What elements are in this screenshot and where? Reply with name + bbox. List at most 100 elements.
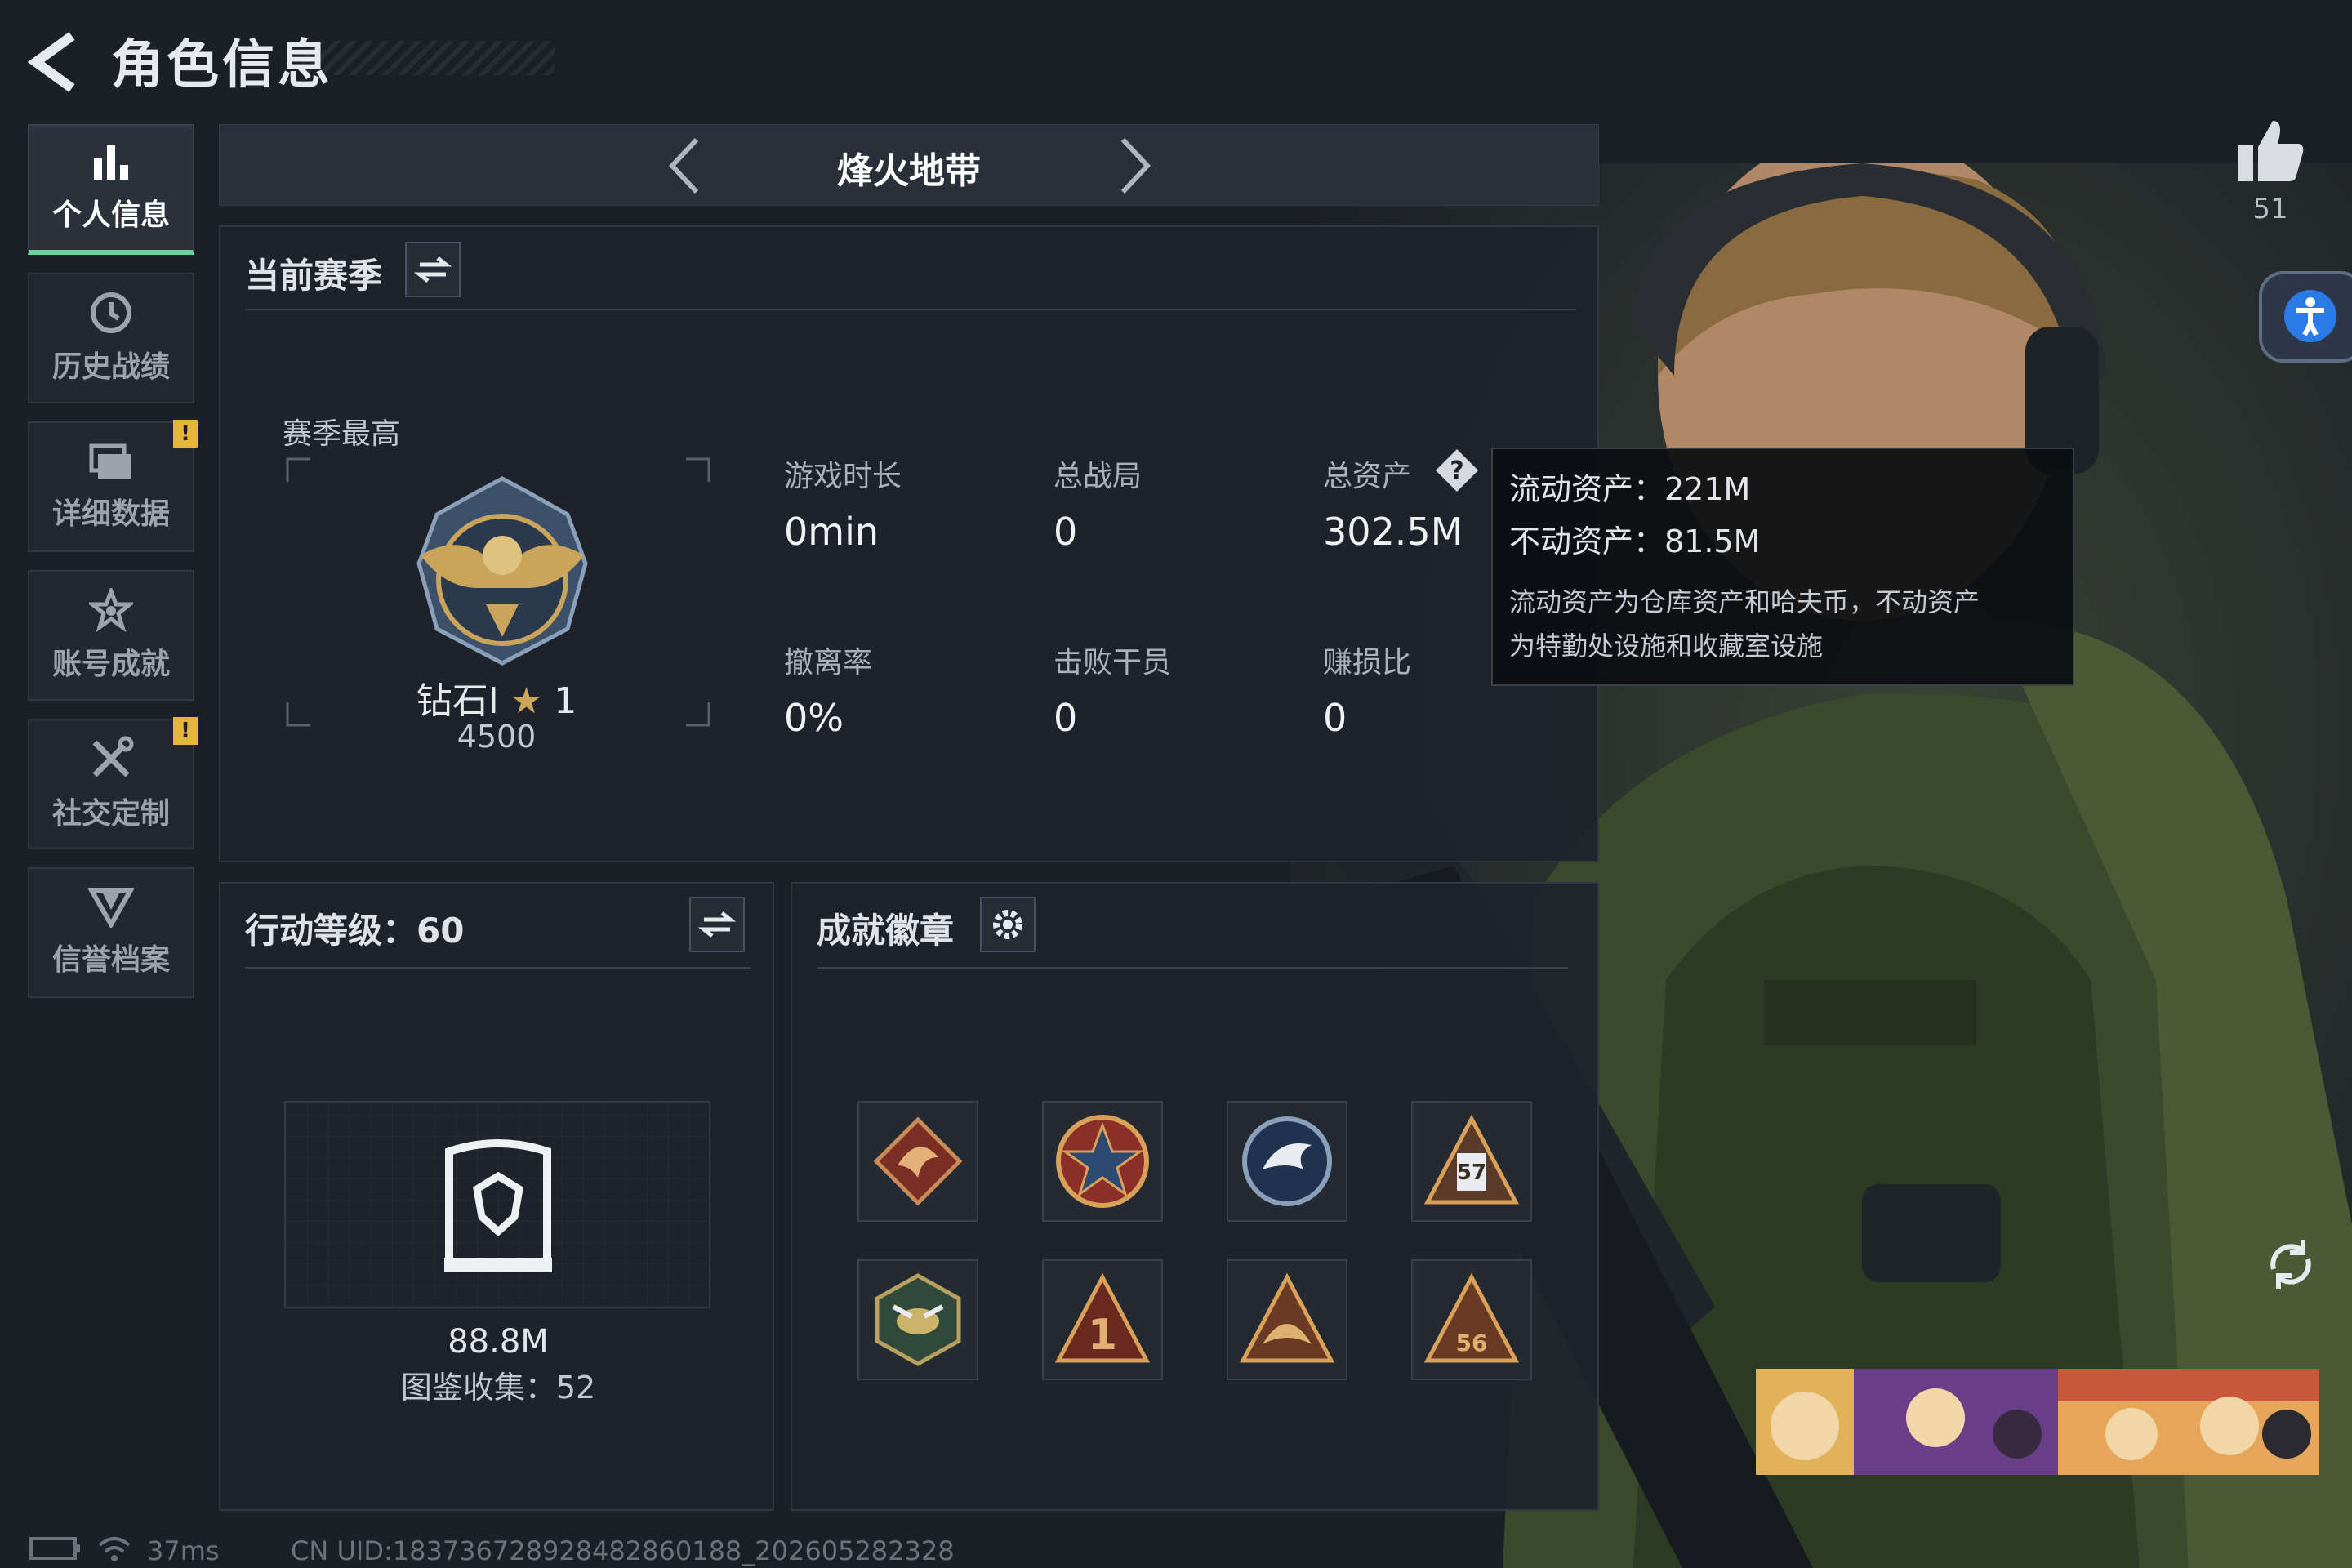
badges-title: 成就徽章	[817, 911, 955, 951]
diamond-rank-emblem-icon	[416, 476, 588, 666]
svg-text:57: 57	[1457, 1160, 1486, 1185]
sidebar-item-social[interactable]: ! 社交定制	[28, 717, 198, 849]
dragon-badge-icon	[873, 1116, 963, 1206]
swap-action-button[interactable]	[689, 897, 745, 952]
title-decoration	[302, 41, 555, 75]
sidebar-item-achievements[interactable]: 账号成就	[28, 570, 194, 701]
stat-extraction-rate: 撤离率 0%	[784, 639, 872, 740]
gear-icon	[993, 910, 1022, 939]
stat-value: 0min	[784, 510, 880, 554]
thumbs-up-icon	[2238, 121, 2304, 181]
asset-tooltip: 流动资产：221M 不动资产：81.5M 流动资产为仓库资产和哈夫币，不动资产 …	[1491, 448, 2074, 686]
achievement-badges-panel: 成就徽章 57 1 56	[791, 882, 1599, 1511]
badge-slot[interactable]: 1	[1042, 1259, 1163, 1380]
badge-slot[interactable]	[858, 1259, 978, 1380]
sidebar-item-label: 社交定制	[51, 797, 170, 831]
swap-icon	[413, 256, 452, 283]
tooltip-fixed-assets: 不动资产：81.5M	[1509, 523, 1761, 559]
sidebar-item-label: 详细数据	[51, 497, 170, 531]
badge-slot[interactable]: 57	[1411, 1101, 1532, 1222]
sidebar-item-history[interactable]: 历史战绩	[28, 273, 194, 403]
badge-settings-button[interactable]	[980, 897, 1036, 952]
page-title: 角色信息	[111, 35, 333, 96]
sidebar-item-label: 历史战绩	[51, 350, 170, 384]
divider	[817, 967, 1568, 969]
sidebar-item-label: 账号成就	[51, 648, 170, 681]
triangle-one-badge-icon: 1	[1054, 1272, 1151, 1363]
rank-star-icon: ★	[510, 680, 543, 722]
swap-season-button[interactable]	[405, 242, 461, 297]
mode-selector: 烽火地带	[219, 124, 1599, 206]
alert-badge: !	[173, 420, 198, 448]
rotate-icon	[2270, 1240, 2311, 1289]
tooltip-desc-line1: 流动资产为仓库资产和哈夫币，不动资产	[1509, 586, 1980, 617]
event-banner[interactable]	[1756, 1369, 2319, 1475]
stat-total-matches: 总战局 0	[1054, 452, 1142, 554]
back-icon[interactable]	[24, 29, 82, 95]
collection-showcase[interactable]	[284, 1101, 710, 1308]
like-count: 51	[2252, 193, 2288, 225]
accessibility-icon	[2284, 290, 2336, 342]
action-level-title: 行动等级：60	[245, 911, 465, 951]
badge-slot[interactable]	[1227, 1259, 1348, 1380]
display-case-icon	[444, 1139, 552, 1272]
badge-slot[interactable]: 56	[1411, 1259, 1532, 1380]
triangle-badge-icon: 57	[1423, 1114, 1520, 1205]
eagle-badge-icon	[1242, 1116, 1332, 1206]
stat-value: 0	[1054, 696, 1078, 740]
sidebar-item-personal-info[interactable]: 个人信息	[28, 124, 194, 255]
stat-label: 撤离率	[784, 646, 873, 679]
rank-frame: 钻石Ⅰ ★ 1 4500	[284, 456, 710, 755]
battery-icon	[29, 1535, 82, 1568]
action-level-panel: 行动等级：60 88.8M 图鉴收集：52	[219, 882, 774, 1511]
rank-stars: 1	[554, 680, 577, 722]
sidebar-item-label: 个人信息	[51, 198, 170, 232]
sidebar-item-details[interactable]: ! 详细数据	[28, 420, 198, 552]
wasp-badge-icon	[875, 1273, 961, 1366]
rank-name-row: 钻石Ⅰ ★ 1	[286, 671, 707, 724]
rotate-model-button[interactable]	[2262, 1232, 2319, 1297]
stat-value: 0%	[784, 696, 844, 740]
stat-kills: 击败干员 0	[1054, 639, 1171, 740]
badge-slot[interactable]	[1227, 1101, 1348, 1222]
collection-value: 88.8M	[448, 1323, 549, 1361]
divider	[245, 309, 1576, 310]
triangle-wing-badge-icon	[1239, 1272, 1335, 1363]
stat-value: 0	[1054, 510, 1078, 554]
stat-play-time: 游戏时长 0min	[784, 452, 902, 554]
svg-text:1: 1	[1088, 1311, 1117, 1360]
like-button[interactable]: 51	[2230, 114, 2311, 229]
help-icon[interactable]: ?	[1434, 448, 1480, 497]
svg-text:56: 56	[1456, 1330, 1488, 1356]
stat-label: 击败干员	[1054, 646, 1172, 679]
folder-icon	[89, 443, 131, 479]
sidebar-item-reputation[interactable]: 信誉档案	[28, 867, 194, 998]
triangle-badge-icon: 56	[1423, 1272, 1520, 1363]
badge-slot[interactable]	[858, 1101, 978, 1222]
stat-profit-ratio: 赚损比 0	[1323, 639, 1411, 740]
top-bar: 角色信息	[0, 0, 1633, 122]
stat-value: 302.5M	[1323, 510, 1463, 554]
badge-slot[interactable]	[1042, 1101, 1163, 1222]
season-panel: 当前赛季 赛季最高 钻石Ⅰ ★ 1 4500 游戏时长 0min 总战局 0 总…	[219, 225, 1599, 862]
history-clock-icon	[91, 292, 131, 333]
stat-label: 赚损比	[1323, 646, 1412, 679]
sidebar-item-label: 信誉档案	[51, 943, 170, 977]
wifi-icon	[96, 1535, 132, 1568]
bar-chart-icon	[94, 145, 128, 180]
tooltip-liquid-assets: 流动资产：221M	[1509, 471, 1751, 507]
season-best-label: 赛季最高	[283, 417, 401, 451]
alert-badge: !	[173, 717, 198, 745]
svg-text:?: ?	[1450, 457, 1463, 485]
shield-rank-icon	[88, 888, 134, 928]
star-medal-badge-icon	[1056, 1115, 1149, 1208]
swap-icon	[697, 911, 737, 938]
collection-count: 图鉴收集：52	[400, 1370, 596, 1405]
next-mode-arrow-icon[interactable]	[1110, 136, 1159, 195]
stat-value: 0	[1323, 696, 1348, 740]
divider	[245, 967, 751, 969]
stat-label: 总战局	[1054, 460, 1143, 493]
rank-name: 钻石Ⅰ	[416, 680, 499, 722]
accessibility-button[interactable]	[2259, 271, 2352, 363]
season-title: 当前赛季	[245, 256, 383, 296]
